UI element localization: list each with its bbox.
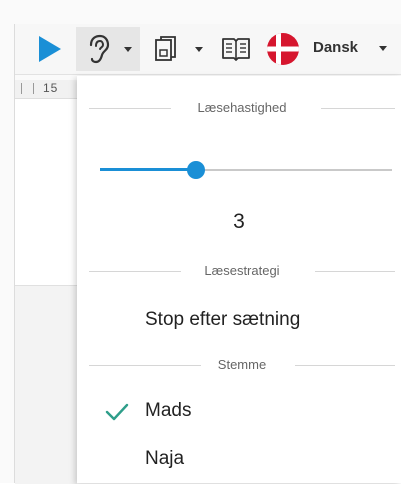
document-mode-button[interactable]	[150, 34, 210, 64]
ear-icon	[89, 34, 110, 64]
play-button[interactable]	[33, 33, 65, 65]
strategy-option-stop-after-sentence[interactable]: Stop efter sætning	[145, 309, 300, 331]
reading-speed-value: 3	[233, 210, 245, 233]
play-icon	[39, 36, 61, 62]
reading-speed-header: Læsehastighed	[89, 98, 395, 118]
voice-option-naja[interactable]: Naja	[145, 448, 184, 470]
denmark-flag-icon	[267, 33, 299, 65]
dictionary-button[interactable]	[221, 34, 251, 62]
check-icon	[105, 403, 129, 421]
voice-option-mads[interactable]: Mads	[145, 400, 191, 422]
divider	[321, 108, 395, 109]
document-area-lower	[15, 285, 77, 484]
ruler-number: 15	[43, 81, 59, 95]
reading-speed-slider[interactable]	[100, 161, 392, 179]
language-selector[interactable]: Dansk	[266, 30, 396, 68]
chevron-down-icon	[124, 47, 132, 52]
voice-header: Stemme	[89, 355, 395, 375]
divider	[315, 271, 395, 272]
chevron-down-icon	[379, 46, 387, 51]
speech-settings-button[interactable]	[76, 27, 140, 71]
app-window: Dansk 15 Læsehastighed 3 Læsestrategi St…	[0, 0, 401, 484]
slider-fill	[100, 168, 197, 171]
ruler-tick	[33, 83, 34, 94]
language-label: Dansk	[313, 39, 359, 56]
chevron-down-icon	[195, 47, 203, 52]
speech-settings-dropdown: Læsehastighed 3 Læsestrategi Stop efter …	[77, 76, 401, 483]
book-icon	[222, 38, 250, 61]
ruler: 15	[15, 80, 77, 99]
document-icon	[155, 36, 176, 61]
ruler-tick	[21, 83, 22, 94]
slider-thumb[interactable]	[187, 161, 206, 179]
divider	[295, 365, 395, 366]
reading-strategy-header: Læsestrategi	[89, 261, 395, 281]
